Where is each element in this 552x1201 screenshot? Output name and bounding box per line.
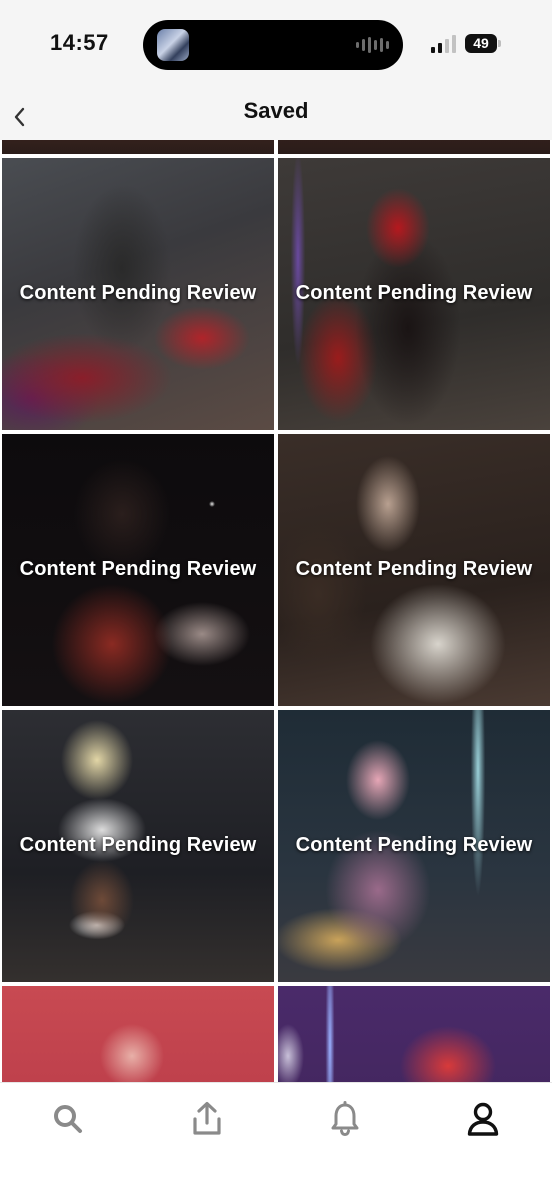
grid-item[interactable]: Content Pending Review [2, 434, 274, 706]
grid-item[interactable]: Content Pending Review [278, 158, 550, 430]
pending-review-label: Content Pending Review [19, 834, 257, 856]
grid-item[interactable]: Content Pending Review [2, 158, 274, 430]
pending-review-label: Content Pending Review [295, 282, 533, 304]
tab-notifications[interactable] [325, 1099, 365, 1139]
tab-upload[interactable] [187, 1099, 227, 1139]
tab-search[interactable] [48, 1099, 88, 1139]
pending-review-label: Content Pending Review [295, 834, 533, 856]
profile-icon [467, 1102, 499, 1136]
pending-review-label: Content Pending Review [19, 282, 257, 304]
grid-item[interactable]: Content Pending Review [2, 710, 274, 982]
pending-review-label: Content Pending Review [19, 558, 257, 580]
grid-item[interactable] [278, 986, 550, 1082]
grid-item[interactable]: Content Pending Review [278, 434, 550, 706]
grid-item[interactable] [278, 140, 550, 154]
saved-grid: Content Pending Review Content Pending R… [0, 140, 552, 1082]
pending-review-label: Content Pending Review [295, 558, 533, 580]
signal-icon [431, 35, 456, 53]
dynamic-island[interactable] [143, 20, 403, 70]
nav-bar: Saved [0, 90, 552, 140]
page-title: Saved [243, 98, 309, 123]
battery-cap [498, 40, 501, 47]
status-time: 14:57 [50, 30, 109, 55]
grid-item[interactable] [2, 986, 274, 1082]
battery-icon: 49 [465, 34, 497, 53]
grid-item[interactable]: Content Pending Review [278, 710, 550, 982]
tab-profile[interactable] [463, 1099, 503, 1139]
status-bar: 14:57 49 [0, 0, 552, 90]
bell-icon [331, 1101, 359, 1137]
tab-bar [0, 1082, 552, 1201]
app-thumbnail-icon [157, 29, 189, 61]
upload-icon [193, 1101, 221, 1135]
audio-wave-icon [356, 36, 389, 54]
search-icon [54, 1105, 82, 1133]
grid-item[interactable] [2, 140, 274, 154]
battery-level: 49 [473, 35, 489, 51]
